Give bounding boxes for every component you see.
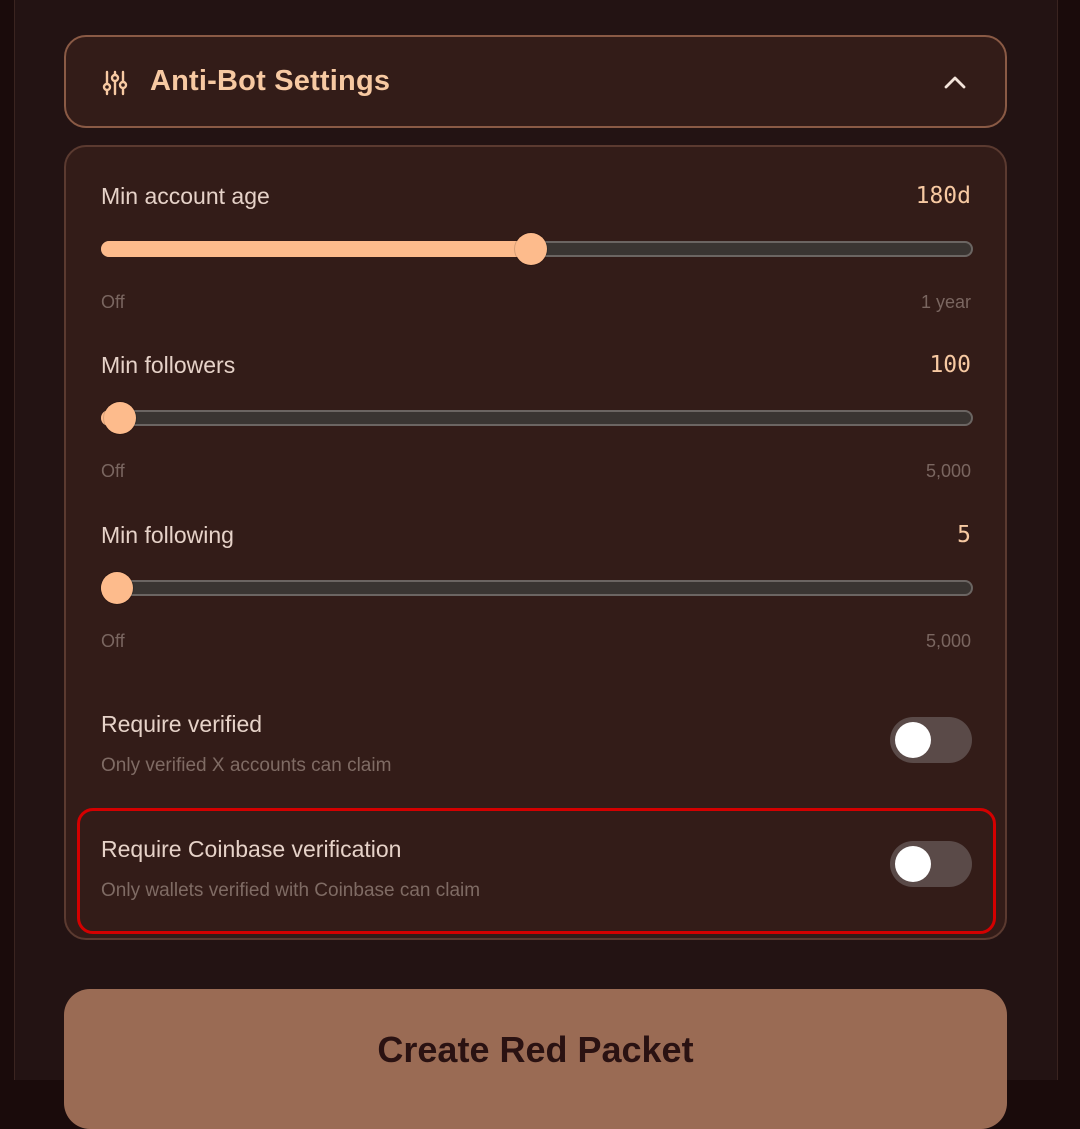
toggle-title: Require Coinbase verification xyxy=(101,836,402,862)
toggle-title: Require verified xyxy=(101,711,263,737)
slider-thumb[interactable] xyxy=(514,233,547,265)
slider-min-label: Off xyxy=(101,461,125,481)
slider-value: 100 xyxy=(929,352,971,378)
require-verified-toggle[interactable] xyxy=(890,717,972,763)
slider-value: 5 xyxy=(957,522,971,548)
create-red-packet-button[interactable]: Create Red Packet xyxy=(64,989,1007,1129)
toggle-description: Only verified X accounts can claim xyxy=(101,755,392,776)
sliders-icon xyxy=(102,70,128,96)
slider-min-label: Off xyxy=(101,631,125,651)
highlight-outline xyxy=(77,808,996,934)
min-account-age-slider[interactable] xyxy=(101,233,973,265)
slider-fill xyxy=(101,241,531,257)
button-label: Create Red Packet xyxy=(377,1029,694,1070)
slider-max-label: 5,000 xyxy=(925,461,971,481)
slider-max-label: 5,000 xyxy=(925,631,971,651)
min-following-slider[interactable] xyxy=(101,572,973,604)
slider-label: Min following xyxy=(101,522,234,548)
toggle-description: Only wallets verified with Coinbase can … xyxy=(101,880,481,901)
anti-bot-settings-header[interactable]: Anti-Bot Settings xyxy=(64,35,1007,128)
slider-thumb[interactable] xyxy=(104,402,137,434)
chevron-up-icon[interactable] xyxy=(943,71,967,95)
toggle-knob xyxy=(895,846,931,882)
slider-value: 180d xyxy=(915,183,971,209)
slider-max-label: 1 year xyxy=(920,292,971,312)
slider-thumb[interactable] xyxy=(101,572,133,604)
slider-label: Min account age xyxy=(101,183,270,209)
slider-label: Min followers xyxy=(101,352,236,378)
anti-bot-settings-panel: Min account age 180d Off 1 year Min foll… xyxy=(64,145,1007,940)
slider-min-label: Off xyxy=(101,292,125,312)
toggle-knob xyxy=(895,722,931,758)
min-followers-slider[interactable] xyxy=(101,402,973,434)
section-title: Anti-Bot Settings xyxy=(150,65,391,97)
require-coinbase-verification-toggle[interactable] xyxy=(890,841,972,887)
